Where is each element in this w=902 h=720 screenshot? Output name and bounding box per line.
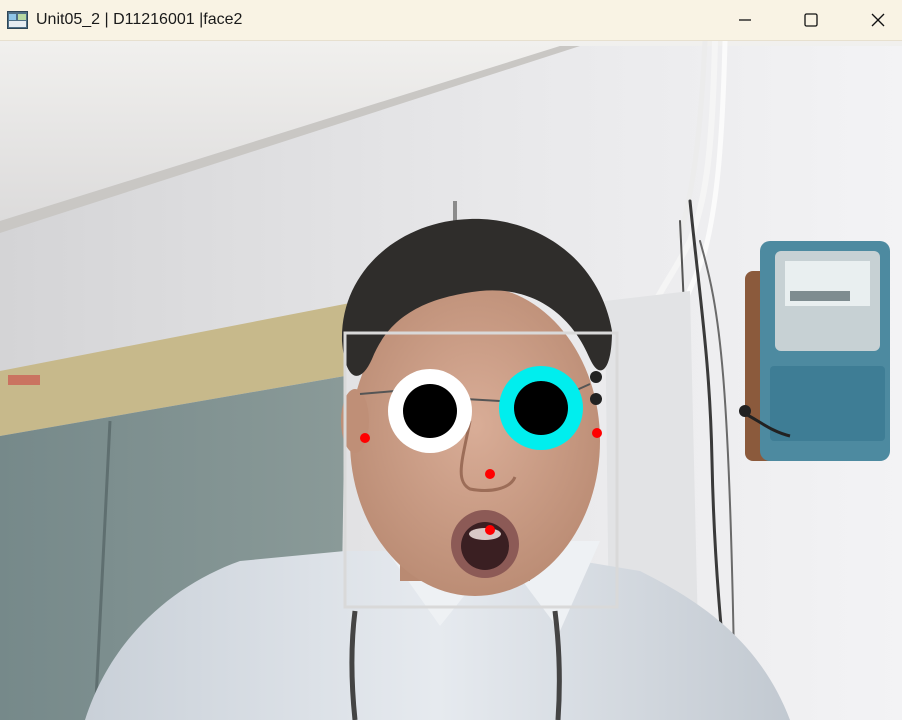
teeth xyxy=(469,528,501,540)
electric-meter xyxy=(739,241,890,461)
left-eye-pupil xyxy=(403,384,457,438)
earpiece-top xyxy=(590,371,602,383)
maximize-button[interactable] xyxy=(788,0,834,40)
opencv-window: Unit05_2 | D11216001 |face2 xyxy=(0,0,902,720)
landmark-left-ear xyxy=(360,433,370,443)
minimize-icon xyxy=(739,19,751,21)
close-icon xyxy=(871,13,885,27)
webcam-frame xyxy=(0,41,902,720)
app-window-icon xyxy=(7,11,28,29)
right-eye-pupil xyxy=(514,381,568,435)
close-button[interactable] xyxy=(855,0,901,40)
minimize-button[interactable] xyxy=(722,0,768,40)
title-bar[interactable]: Unit05_2 | D11216001 |face2 xyxy=(0,0,902,41)
window-title: Unit05_2 | D11216001 |face2 xyxy=(36,11,243,28)
landmark-right-ear xyxy=(592,428,602,438)
earpiece-bottom xyxy=(590,393,602,405)
landmark-mouth xyxy=(485,525,495,535)
cabinet-label xyxy=(8,375,40,385)
maximize-icon xyxy=(804,13,818,27)
landmark-nose xyxy=(485,469,495,479)
